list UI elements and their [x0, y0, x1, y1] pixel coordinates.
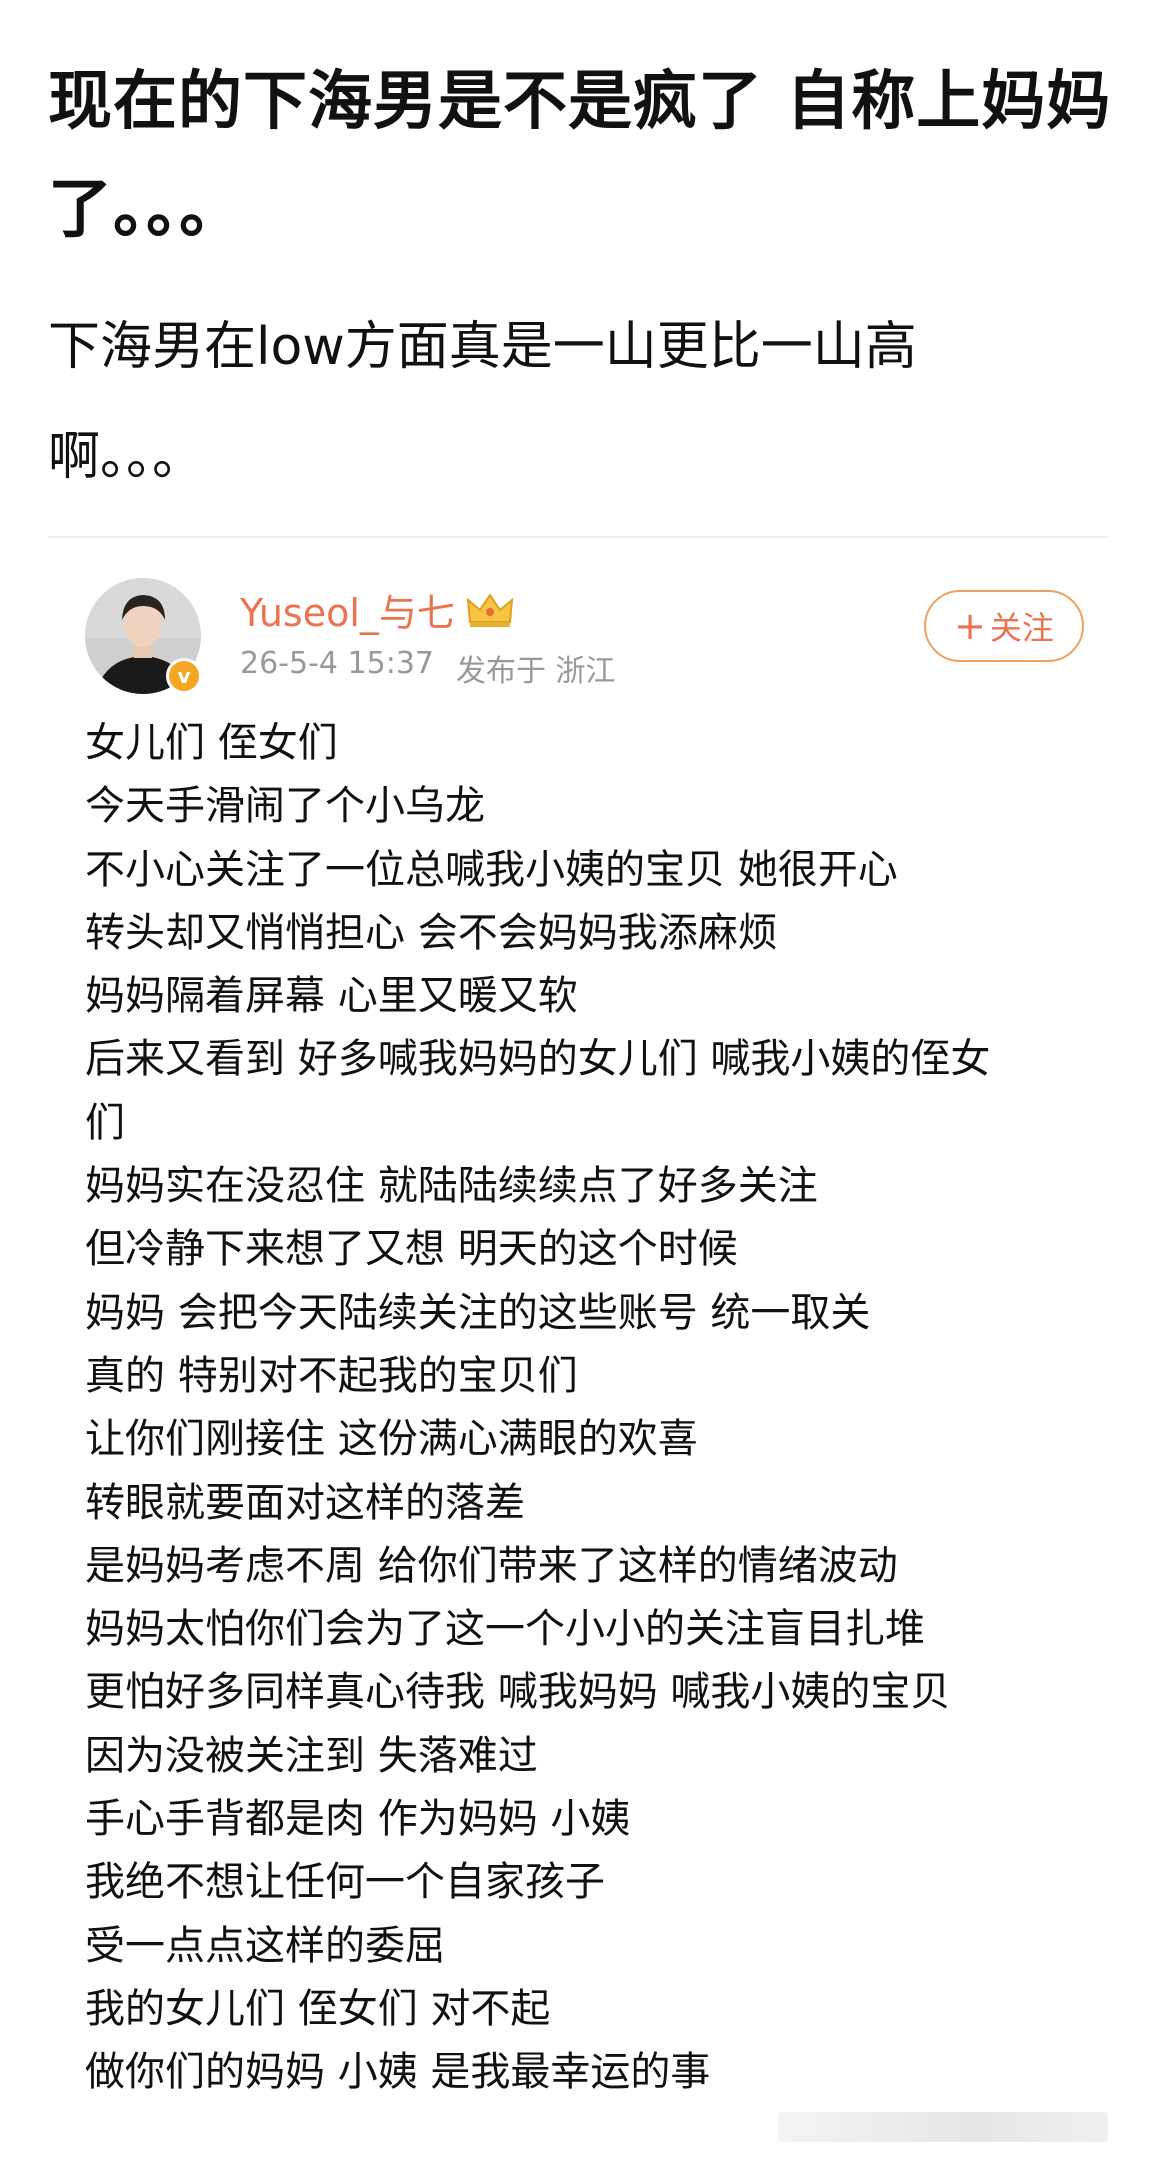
post-description-line: 下海男在low方面真是一山更比一山高 — [48, 317, 917, 377]
post-timestamp: 26-5-4 15:37 — [240, 646, 434, 681]
post-body-line: 今天手滑闹了个小乌龙 — [85, 783, 485, 830]
post-title-line: 了。。。 — [48, 173, 244, 247]
embedded-post-screenshot: v Yuseol_与七 26-5-4 15:37 发布于 浙江 + 关注 女儿们… — [48, 560, 1128, 2160]
post-body-line: 妈妈隔着屏幕 心里又暖又软 — [85, 973, 578, 1020]
follow-button[interactable]: + 关注 — [924, 590, 1084, 662]
post-body-line: 做你们的妈妈 小姨 是我最幸运的事 — [85, 2049, 711, 2096]
post-description: 下海男在low方面真是一山更比一山高 啊。。。 — [48, 292, 1098, 512]
post-location: 发布于 浙江 — [456, 654, 616, 689]
post-body-line: 因为没被关注到 失落难过 — [85, 1732, 538, 1779]
post-body-line: 妈妈实在没忍住 就陆陆续续点了好多关注 — [85, 1163, 818, 1210]
post-body-line: 女儿们 侄女们 — [85, 720, 338, 766]
divider — [48, 536, 1108, 538]
post-body-line: 妈妈 会把今天陆续关注的这些账号 统一取关 — [85, 1289, 871, 1336]
username-text[interactable]: Yuseol_与七 — [240, 582, 455, 637]
post-body: 女儿们 侄女们 今天手滑闹了个小乌龙 不小心关注了一位总喊我小姨的宝贝 她很开心… — [85, 712, 1085, 2105]
post-body-line: 们 — [85, 1099, 125, 1146]
post-title: 现在的下海男是不是疯了 自称上妈妈 了。。。 — [48, 48, 1138, 264]
post-body-line: 是妈妈考虑不周 给你们带来了这样的情绪波动 — [85, 1542, 898, 1589]
post-body-line: 真的 特别对不起我的宝贝们 — [85, 1352, 578, 1399]
post-meta: 26-5-4 15:37 发布于 浙江 — [240, 646, 616, 690]
plus-icon: + — [954, 604, 986, 648]
post-body-line: 但冷静下来想了又想 明天的这个时候 — [85, 1226, 738, 1273]
post-body-line: 让你们刚接住 这份满心满眼的欢喜 — [85, 1416, 698, 1463]
post-body-line: 后来又看到 好多喊我妈妈的女儿们 喊我小姨的侄女 — [85, 1036, 991, 1083]
post-body-line: 不小心关注了一位总喊我小姨的宝贝 她很开心 — [85, 846, 898, 893]
watermark-bar — [778, 2112, 1108, 2142]
follow-button-label: 关注 — [989, 609, 1054, 647]
post-body-line: 我的女儿们 侄女们 对不起 — [85, 1985, 551, 2032]
post-title-line: 现在的下海男是不是疯了 自称上妈妈 — [48, 65, 1112, 139]
post-body-line: 我绝不想让任何一个自家孩子 — [85, 1859, 605, 1906]
post-body-line: 受一点点这样的委屈 — [85, 1922, 445, 1969]
post-description-line: 啊。。。 — [48, 427, 205, 487]
post-body-line: 手心手背都是肉 作为妈妈 小姨 — [85, 1796, 631, 1843]
crown-icon — [466, 592, 514, 627]
verified-badge-icon: v — [166, 658, 202, 694]
username[interactable]: Yuseol_与七 — [240, 582, 515, 637]
post-body-line: 更怕好多同样真心待我 喊我妈妈 喊我小姨的宝贝 — [85, 1669, 951, 1716]
post-body-line: 妈妈太怕你们会为了这一个小小的关注盲目扎堆 — [85, 1606, 925, 1653]
post-body-line: 转眼就要面对这样的落差 — [85, 1479, 525, 1526]
post-body-line: 转头却又悄悄担心 会不会妈妈我添麻烦 — [85, 909, 778, 956]
